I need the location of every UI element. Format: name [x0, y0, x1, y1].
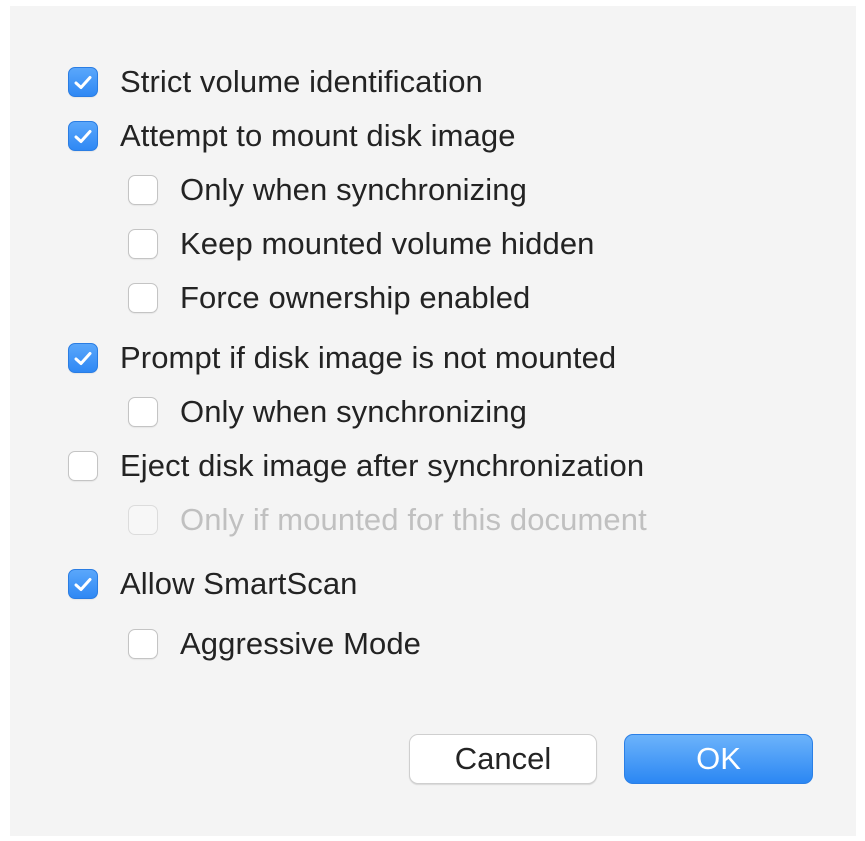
checkbox	[128, 505, 158, 535]
option-label: Keep mounted volume hidden	[180, 226, 595, 261]
option-aggressive-mode[interactable]: Aggressive Mode	[128, 624, 421, 664]
option-label: Strict volume identification	[120, 64, 483, 99]
checkmark-icon	[74, 577, 92, 591]
option-label: Only when synchronizing	[180, 394, 527, 429]
option-keep-mounted-volume-hidden[interactable]: Keep mounted volume hidden	[128, 224, 595, 264]
checkbox[interactable]	[68, 451, 98, 481]
checkbox[interactable]	[128, 629, 158, 659]
option-label: Force ownership enabled	[180, 280, 531, 315]
option-label: Allow SmartScan	[120, 566, 358, 601]
checkbox[interactable]	[128, 175, 158, 205]
ok-button[interactable]: OK	[624, 734, 813, 784]
option-label: Only if mounted for this document	[180, 502, 647, 537]
checkmark-icon	[74, 351, 92, 365]
checkbox[interactable]	[68, 67, 98, 97]
option-label: Attempt to mount disk image	[120, 118, 516, 153]
option-mount-only-when-synchronizing[interactable]: Only when synchronizing	[128, 170, 527, 210]
option-only-if-mounted-for-document: Only if mounted for this document	[128, 500, 647, 540]
option-prompt-if-not-mounted[interactable]: Prompt if disk image is not mounted	[68, 338, 616, 378]
option-label: Aggressive Mode	[180, 626, 422, 661]
option-attempt-to-mount-disk-image[interactable]: Attempt to mount disk image	[68, 116, 516, 156]
option-label: Eject disk image after synchronization	[120, 448, 645, 483]
option-label: Only when synchronizing	[180, 172, 527, 207]
checkbox[interactable]	[128, 283, 158, 313]
checkbox[interactable]	[128, 397, 158, 427]
checkbox[interactable]	[128, 229, 158, 259]
option-strict-volume-identification[interactable]: Strict volume identification	[68, 62, 483, 102]
option-prompt-only-when-synchronizing[interactable]: Only when synchronizing	[128, 392, 527, 432]
checkmark-icon	[74, 129, 92, 143]
options-dialog: Strict volume identification Attempt to …	[10, 6, 856, 836]
checkbox[interactable]	[68, 569, 98, 599]
checkmark-icon	[74, 75, 92, 89]
option-force-ownership-enabled[interactable]: Force ownership enabled	[128, 278, 530, 318]
cancel-button[interactable]: Cancel	[409, 734, 597, 784]
option-eject-after-synchronization[interactable]: Eject disk image after synchronization	[68, 446, 644, 486]
checkbox[interactable]	[68, 343, 98, 373]
option-allow-smartscan[interactable]: Allow SmartScan	[68, 564, 358, 604]
checkbox[interactable]	[68, 121, 98, 151]
option-label: Prompt if disk image is not mounted	[120, 340, 617, 375]
